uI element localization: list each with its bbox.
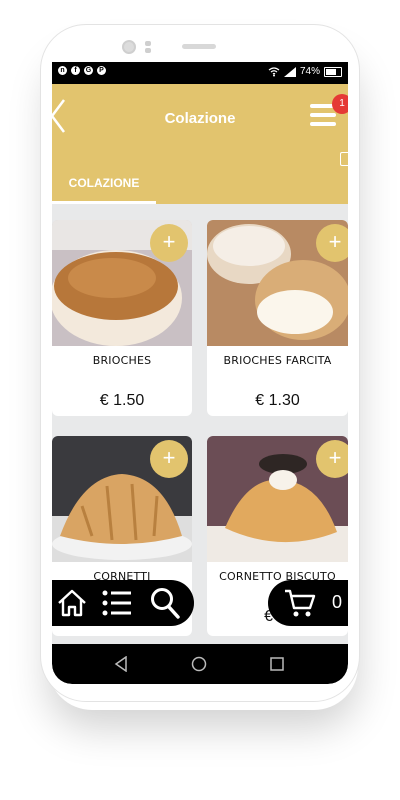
menu-icon-bar [310, 122, 336, 126]
plus-icon: + [162, 445, 176, 470]
list-icon[interactable] [102, 589, 132, 617]
sensor [145, 41, 151, 53]
plus-icon: + [162, 229, 176, 254]
signal-icon [283, 66, 296, 77]
battery-percent: 74% [299, 66, 320, 77]
search-icon[interactable] [150, 587, 180, 619]
notification-badge: 1 [332, 94, 348, 114]
app-header: Colazione 1 COLAZIONE [52, 84, 348, 204]
add-to-cart-button[interactable]: + [316, 224, 348, 262]
tab-label: COLAZIONE [68, 176, 140, 190]
google-icon: G [84, 66, 93, 75]
recents-square-icon[interactable] [270, 657, 284, 671]
product-card[interactable]: + BRIOCHES € 1.50 [52, 220, 192, 416]
product-price: € 1.30 [255, 392, 300, 409]
cart-icon [285, 589, 316, 617]
product-card[interactable]: + BRIOCHES FARCITA € 1.30 [207, 220, 348, 416]
product-name: BRIOCHES [92, 354, 152, 367]
notification-icons: n f G P [58, 66, 106, 75]
product-name: BRIOCHES FARCITA [223, 354, 332, 367]
plus-icon: + [328, 229, 342, 254]
paypal-icon: P [97, 66, 106, 75]
add-to-cart-button[interactable]: + [316, 440, 348, 478]
add-to-cart-button[interactable]: + [150, 440, 188, 478]
active-tab-indicator [52, 201, 156, 204]
add-to-cart-button[interactable]: + [150, 224, 188, 262]
battery-icon [324, 66, 342, 77]
page-title: Colazione [164, 110, 236, 127]
back-triangle-icon[interactable] [114, 656, 128, 672]
document-icon[interactable] [340, 152, 348, 166]
home-circle-icon[interactable] [191, 656, 207, 672]
cart-button[interactable]: 0 [268, 580, 348, 626]
front-camera [122, 40, 136, 54]
home-icon[interactable] [56, 588, 88, 618]
bottom-navigation [52, 580, 194, 626]
product-price: € 1.50 [99, 392, 145, 409]
status-bar: n f G P 74% [52, 62, 348, 84]
system-navigation-bar [52, 644, 348, 684]
wifi-icon [268, 66, 280, 76]
facebook-icon: f [71, 66, 80, 75]
notification-icon: n [58, 66, 67, 75]
speaker [182, 44, 216, 49]
status-indicators: 74% [268, 66, 342, 77]
menu-icon-bar [310, 113, 336, 117]
app-screen: n f G P 74% Colazione 1 COLAZIONE + BRIO… [52, 62, 348, 684]
plus-icon: + [328, 445, 342, 470]
cart-count: 0 [332, 592, 343, 612]
tab-colazione[interactable]: COLAZIONE [52, 168, 156, 204]
